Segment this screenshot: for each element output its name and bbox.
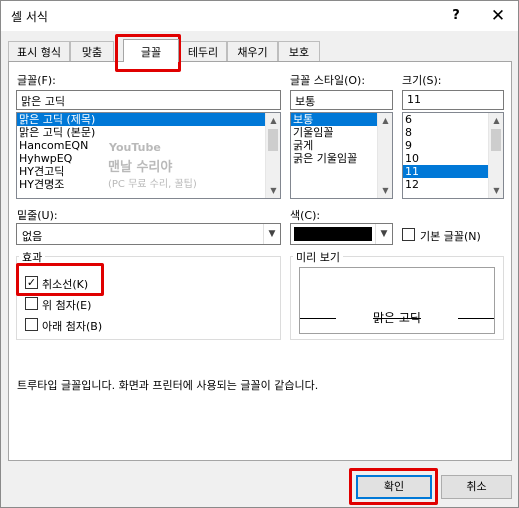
font-list-scrollbar[interactable]: ▲ ▼ (265, 113, 280, 198)
superscript-checkbox[interactable] (25, 297, 38, 310)
subscript-label[interactable]: 아래 첨자(B) (42, 318, 102, 334)
color-swatch (294, 227, 372, 241)
list-item[interactable]: 보통 (291, 113, 377, 126)
list-item[interactable]: 맑은 고딕 (본문) (17, 126, 280, 139)
scroll-down-icon[interactable]: ▼ (489, 183, 503, 198)
scroll-down-icon[interactable]: ▼ (266, 183, 280, 198)
tab-font[interactable]: 글꼴 (123, 39, 179, 62)
ok-button-highlight (349, 468, 438, 505)
subscript-checkbox[interactable] (25, 318, 38, 331)
close-button[interactable]: ✕ (484, 3, 512, 29)
font-style-input[interactable]: 보통 (290, 90, 393, 110)
tab-alignment[interactable]: 맞춤 (70, 41, 114, 61)
watermark-caption: (PC 무료 수리, 꿀팁) (108, 179, 197, 190)
list-item[interactable]: 11 (403, 165, 488, 178)
watermark-channel-name: 맨날 수리야 (108, 160, 173, 175)
tab-protection[interactable]: 보호 (278, 41, 320, 61)
color-select[interactable]: ▼ (290, 223, 393, 245)
youtube-watermark-logo: YouTube (109, 141, 161, 154)
scroll-up-icon[interactable]: ▲ (266, 113, 280, 128)
scroll-down-icon[interactable]: ▼ (378, 183, 392, 198)
superscript-label[interactable]: 위 첨자(E) (42, 297, 91, 313)
font-style-label: 글꼴 스타일(O): (290, 74, 366, 87)
dialog-title: 셀 서식 (11, 10, 48, 24)
normal-font-label[interactable]: 기본 글꼴(N) (420, 228, 481, 244)
preview-baseline-right (458, 318, 494, 319)
list-item[interactable]: 맑은 고딕 (제목) (17, 113, 280, 126)
preview-box: 맑은 고딕 (299, 267, 495, 334)
normal-font-checkbox[interactable] (402, 228, 415, 241)
size-label: 크기(S): (402, 74, 442, 87)
chevron-down-icon[interactable]: ▼ (375, 224, 392, 244)
size-input[interactable]: 11 (402, 90, 504, 110)
scroll-thumb[interactable] (491, 129, 501, 151)
color-label: 색(C): (290, 209, 321, 222)
scroll-up-icon[interactable]: ▲ (489, 113, 503, 128)
underline-label: 밑줄(U): (17, 209, 58, 222)
help-button[interactable]: ? (442, 3, 470, 29)
cancel-button[interactable]: 취소 (441, 475, 512, 499)
preview-title: 미리 보기 (293, 249, 343, 265)
format-cells-dialog: 셀 서식 ? ✕ 표시 형식 맞춤 글꼴 테두리 채우기 보호 글꼴(F): 맑… (0, 0, 519, 508)
strikethrough-highlight (16, 263, 104, 296)
font-style-list[interactable]: 보통 기울임꼴 굵게 굵은 기울임꼴 ▲ ▼ (290, 112, 393, 199)
underline-select[interactable]: 없음 ▼ (16, 223, 281, 245)
font-name-input[interactable]: 맑은 고딕 (16, 90, 281, 110)
tab-fill[interactable]: 채우기 (227, 41, 278, 61)
size-list-scrollbar[interactable]: ▲ ▼ (488, 113, 503, 198)
chevron-down-icon[interactable]: ▼ (263, 224, 280, 244)
scroll-up-icon[interactable]: ▲ (378, 113, 392, 128)
underline-value: 없음 (22, 230, 43, 243)
size-list[interactable]: 6 8 9 10 11 12 ▲ ▼ (402, 112, 504, 199)
font-label: 글꼴(F): (17, 74, 56, 87)
tab-border[interactable]: 테두리 (179, 41, 227, 61)
truetype-note: 트루타입 글꼴입니다. 화면과 프린터에 사용되는 글꼴이 같습니다. (17, 379, 319, 392)
scroll-thumb[interactable] (268, 129, 278, 151)
tab-number[interactable]: 표시 형식 (8, 41, 70, 61)
title-bar: 셀 서식 ? ✕ (1, 1, 518, 31)
font-style-scrollbar[interactable]: ▲ ▼ (377, 113, 392, 198)
